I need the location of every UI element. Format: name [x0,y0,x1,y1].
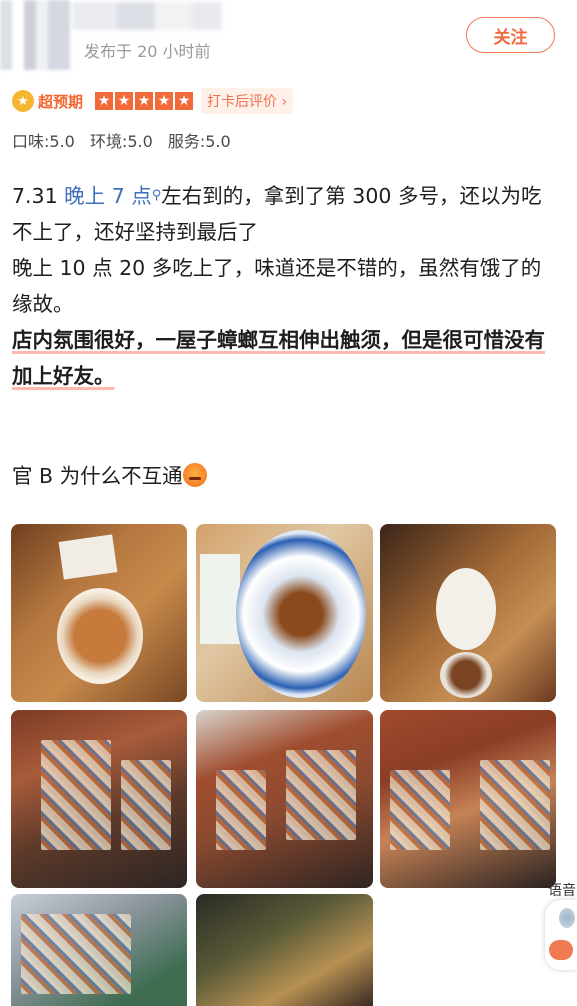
checkin-review-tag[interactable]: 打卡后评价 › [201,88,294,114]
review-paragraph: 晚上 10 点 20 多吃上了，味道还是不错的，虽然有饿了的缘故。 [12,256,542,316]
review-text: 7.31 [12,184,65,208]
author-name-blurred[interactable] [72,2,222,30]
review-photo[interactable] [380,710,556,888]
author-avatar[interactable] [0,0,70,70]
search-icon[interactable]: ⚲ [152,188,162,203]
star-icon: ★ [155,92,174,110]
voice-float-button[interactable] [545,900,577,970]
sub-scores: 口味:5.0 环境:5.0 服务:5.0 [12,128,241,152]
follow-button[interactable]: 关注 [466,17,555,53]
post-time: 发布于 20 小时前 [84,42,211,61]
star-icon: ★ [175,92,194,110]
review-photo[interactable] [196,524,373,702]
angry-emoji-icon [182,463,207,487]
review-highlight: 店内氛围很好，一屋子蟑螂互相伸出触须，但是很可惜没有加上好友。 [12,322,560,394]
star-rating: ★ ★ ★ ★ ★ [95,92,195,110]
review-paragraph: 官 B 为什么不互通 [12,458,560,494]
voice-avatar-icon [559,908,575,928]
overall-rating-label: 超预期 [38,92,84,111]
review-photo[interactable] [380,524,556,702]
highlight-text: 店内氛围很好，一屋子蟑螂互相伸出触须，但是很可惜没有加上好友。 [12,328,545,388]
rating-row: ★ 超预期 ★ ★ ★ ★ ★ 打卡后评价 › [12,88,294,114]
service-score: 服务:5.0 [167,132,231,151]
taste-score: 口味:5.0 [12,132,75,151]
review-content: 7.31 晚上 7 点⚲左右到的，拿到了第 300 多号，还以为吃不上了，还好坚… [12,178,560,494]
voice-label[interactable]: 语音 [548,880,576,900]
star-icon: ★ [115,92,134,110]
star-icon: ★ [95,92,114,110]
review-text: 官 B 为什么不互通 [12,464,183,488]
review-photo[interactable] [11,524,187,702]
time-link[interactable]: 晚上 7 点 [64,184,152,208]
environment-score: 环境:5.0 [89,132,153,151]
review-photo[interactable] [196,710,373,888]
review-photo[interactable] [11,894,187,1006]
review-photo[interactable] [196,894,373,1006]
review-paragraph: 7.31 晚上 7 点⚲左右到的，拿到了第 300 多号，还以为吃不上了，还好坚… [12,178,560,250]
star-icon: ★ [135,92,154,110]
review-photo[interactable] [11,710,187,888]
voice-toggle-icon [549,940,573,960]
trophy-icon: ★ [12,90,34,112]
